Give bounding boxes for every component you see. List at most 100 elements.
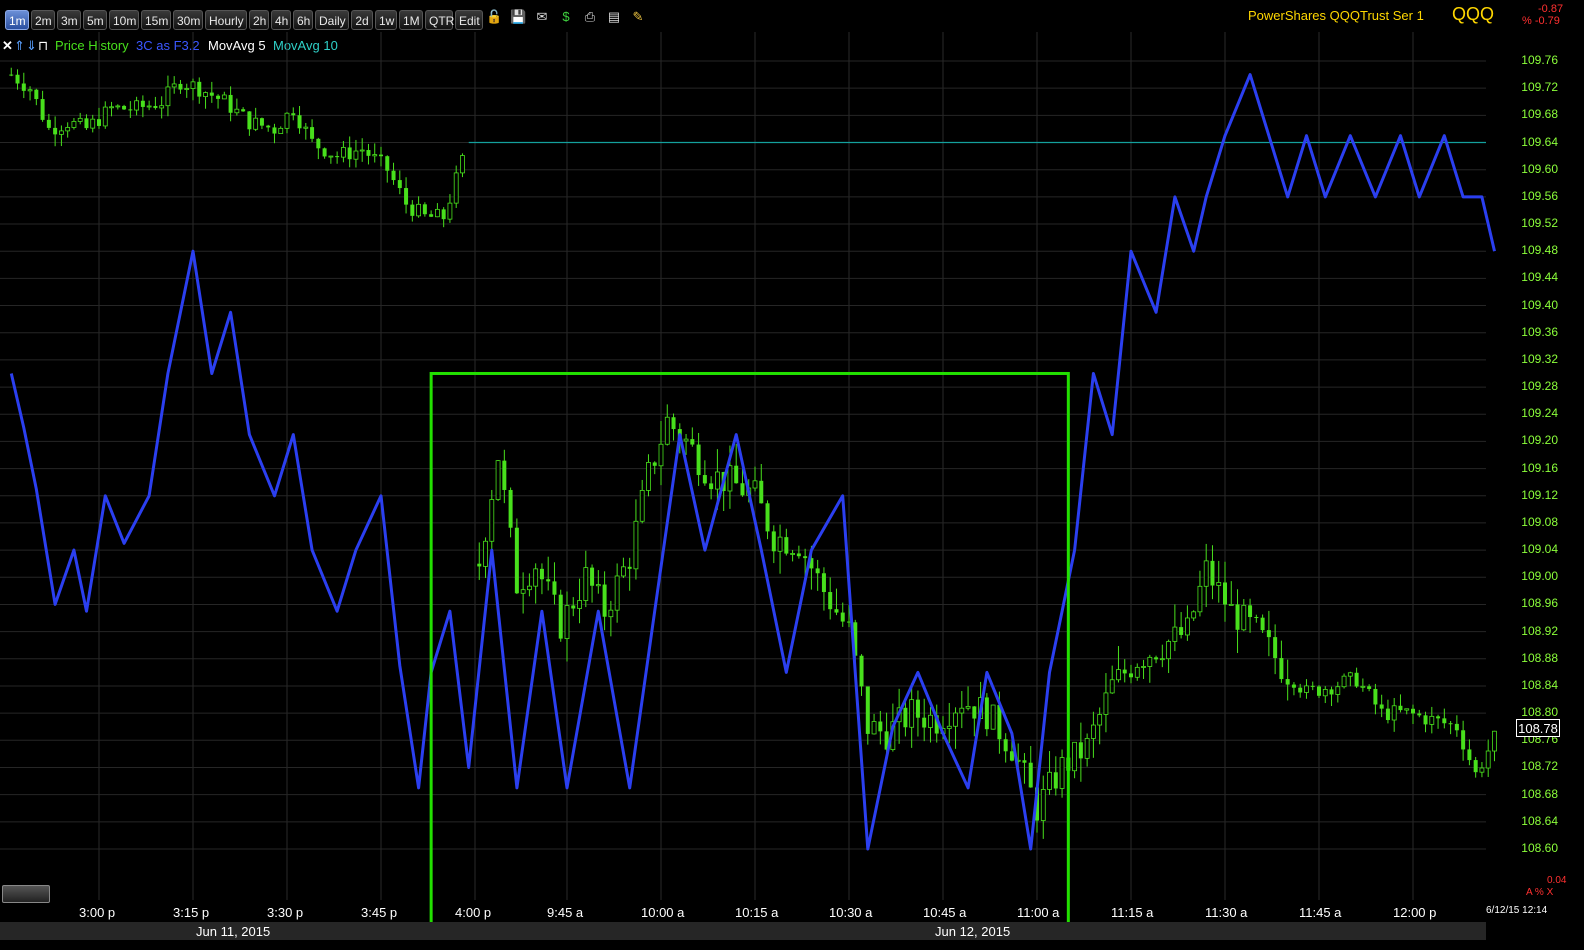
candle-body [1035,787,1039,821]
time-tick-label: 11:15 a [1111,905,1154,920]
legend-indicator[interactable]: 3C as F3.2 [136,38,200,53]
candle-body [1310,685,1315,687]
time-tick-label: 3:00 p [79,905,116,920]
candle-body [140,100,145,107]
time-tick-label: 3:45 p [361,905,398,920]
candle-body [621,566,626,577]
candle-body [1248,605,1253,618]
candle-body [696,444,701,476]
price-chart[interactable] [0,0,1584,950]
candle-body [922,717,927,728]
arrow-down-icon[interactable]: ⇓ [26,38,37,54]
timeframe-button-1m[interactable]: 1M [399,10,423,30]
candle-body [928,714,933,728]
timeframe-button-qtr[interactable]: QTR [425,10,454,30]
legend-ma10[interactable]: MovAvg 10 [273,38,338,53]
timeframe-button-2d[interactable]: 2d [351,10,373,30]
candle-body [539,568,544,580]
candle-body [1066,757,1071,771]
candle-body [115,105,121,108]
candle-body [495,460,501,500]
price-tick-label: 109.00 [1521,569,1558,584]
candle-body [546,579,551,582]
candle-body [790,553,795,555]
candle-body [316,138,321,149]
timeframe-button-15m[interactable]: 15m [141,10,171,30]
candle-body [447,202,453,220]
candle-body [1404,708,1410,711]
save-icon[interactable]: 💾 [510,9,526,25]
timeframe-button-30m[interactable]: 30m [173,10,203,30]
candle-body [1354,672,1359,687]
price-tick-label: 108.72 [1521,759,1558,774]
candle-body [102,106,108,127]
candle-body [608,609,614,618]
time-tick-label: 9:45 a [547,905,584,920]
candle-body [453,172,459,204]
candle-body [165,86,171,107]
timeframe-button-hourly[interactable]: Hourly [205,10,247,30]
candle-body [1322,689,1328,697]
timeframe-button-3m[interactable]: 3m [57,10,81,30]
card-icon[interactable]: ▤ [606,9,622,25]
pencil-icon[interactable]: ✎ [630,9,646,25]
time-tick-label: 11:45 a [1299,905,1342,920]
arrow-up-icon[interactable]: ⇑ [14,38,25,54]
lock-icon[interactable]: 🔓 [486,9,502,25]
timeframe-button-2h[interactable]: 2h [249,10,269,30]
timeframe-button-2m[interactable]: 2m [31,10,55,30]
change-percent: % -0.79 [1522,15,1560,27]
candle-body [502,460,507,490]
toolbar: 1m 2m 3m 5m 10m 15m 30m Hourly 2h 4h 6h Daily 2d 1w 1M… [0,0,1584,32]
candle-body [9,74,14,76]
mail-icon[interactable]: ✉ [534,9,550,25]
candle-body [1254,617,1259,619]
close-icon[interactable]: ✕ [2,38,13,54]
candle-body [514,527,519,594]
timeframe-button-5m[interactable]: 5m [83,10,107,30]
scroll-left-button[interactable] [2,885,50,903]
candle-body [65,127,71,132]
timeframe-button-6h[interactable]: 6h [293,10,313,30]
candle-body [909,699,915,728]
pin-icon[interactable]: ⊓ [38,38,48,54]
candle-body [1003,739,1008,752]
timeframe-button-10m[interactable]: 10m [109,10,139,30]
timeframe-button-4h[interactable]: 4h [271,10,291,30]
bottom-value: 0.04 [1547,875,1567,886]
timeframe-button-daily[interactable]: Daily [315,10,349,30]
candle-body [1367,686,1372,689]
candle-body [221,94,227,100]
ticker[interactable]: QQQ [1452,4,1494,25]
candle-body [1166,641,1171,660]
candle-body [884,731,889,750]
timeframe-button-1m[interactable]: 1m [5,10,29,30]
time-tick-label: 11:00 a [1017,905,1060,920]
legend-price-history[interactable]: Price History [55,38,129,53]
timeframe-button-1w[interactable]: 1w [375,10,397,30]
candle-body [934,715,939,734]
candle-body [1129,673,1133,678]
timeframe-button-edit[interactable]: Edit [455,10,483,30]
dollar-icon[interactable]: $ [558,9,574,25]
candle-body [1436,716,1441,719]
candle-body [508,489,513,528]
candle-body [1417,713,1422,716]
candle-body [595,584,601,587]
candle-body [1072,741,1077,772]
candle-body [1423,715,1428,725]
price-tick-label: 109.44 [1521,270,1558,285]
candle-body [21,83,26,91]
candle-body [627,566,632,569]
legend-ma5[interactable]: MovAvg 5 [208,38,266,53]
time-tick-label: 10:00 a [641,905,685,920]
candle-body [1122,669,1127,674]
candle-body [1391,705,1397,721]
candle-body [709,483,714,490]
print-icon[interactable]: ⎙ [582,9,598,25]
candle-body [1467,749,1472,761]
price-tick-label: 109.28 [1521,379,1558,394]
bottom-label: A % X [1526,887,1554,898]
price-tick-label: 109.04 [1521,542,1558,557]
candle-body [272,127,277,134]
